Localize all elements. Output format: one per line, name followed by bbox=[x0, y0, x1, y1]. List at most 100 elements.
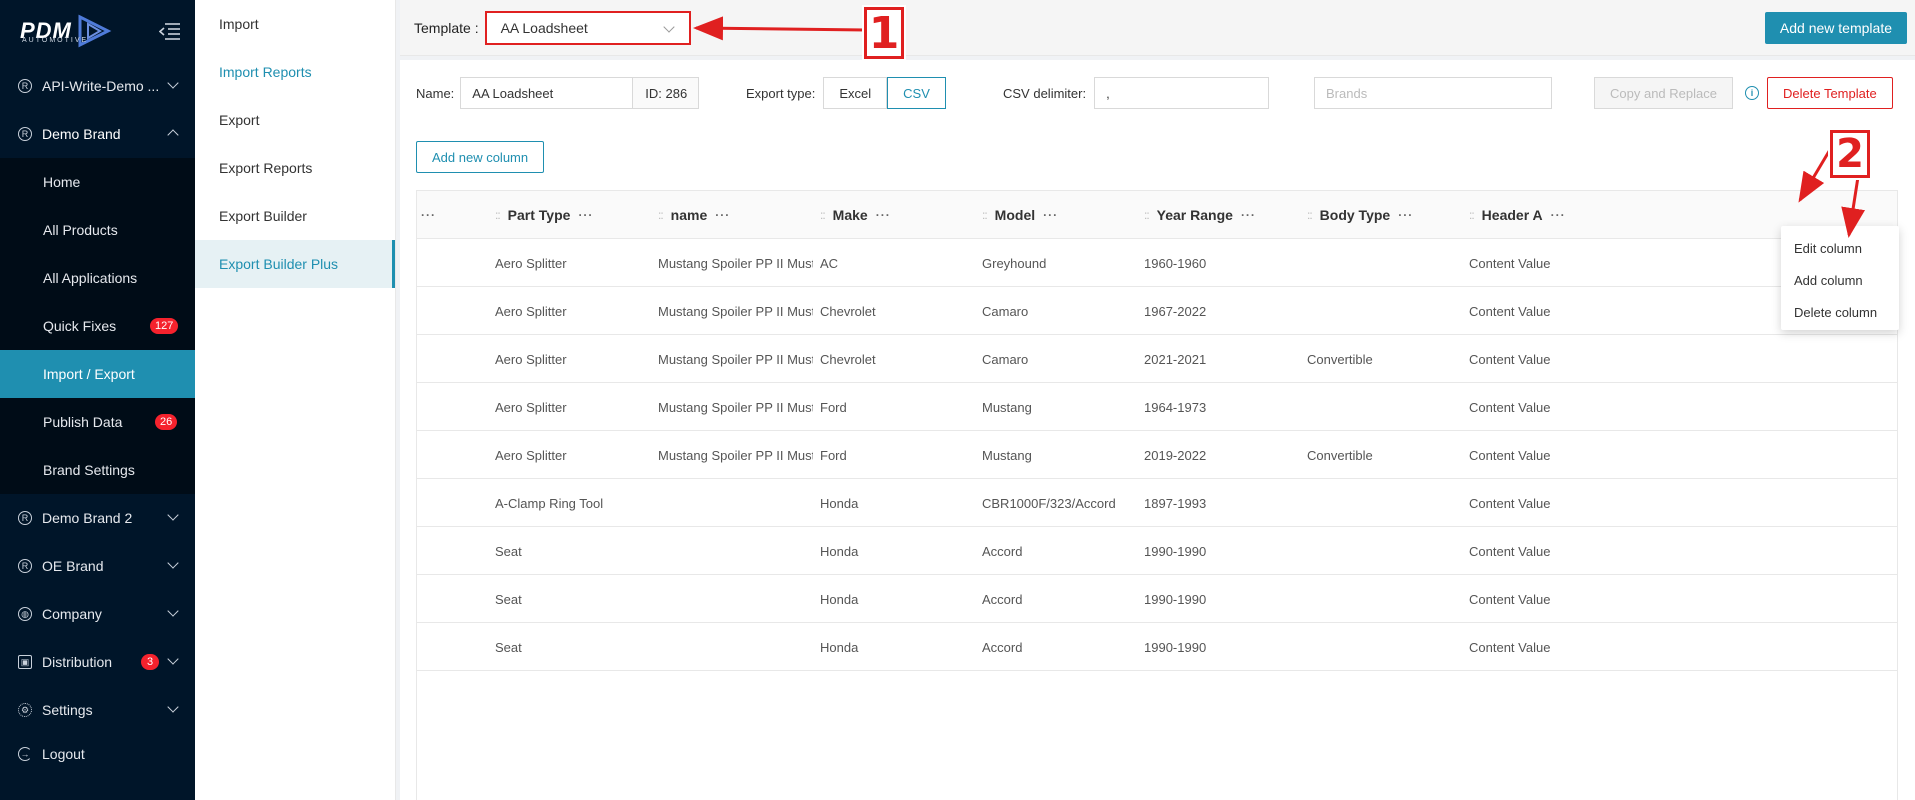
sidebar-subitem-all-products[interactable]: All Products bbox=[0, 206, 195, 254]
sidebar-subitem-all-applications[interactable]: All Applications bbox=[0, 254, 195, 302]
sidebar-subitem-publish-data[interactable]: Publish Data 26 bbox=[0, 398, 195, 446]
sidebar-item-settings[interactable]: ⚙ Settings bbox=[0, 686, 195, 734]
more-options-icon[interactable]: ··· bbox=[421, 208, 436, 222]
drag-handle-icon[interactable]: :: bbox=[658, 208, 664, 222]
chevron-down-icon bbox=[167, 557, 179, 569]
table-cell: Content Value bbox=[1469, 591, 1551, 607]
copy-and-replace-button[interactable]: Copy and Replace bbox=[1594, 77, 1733, 109]
column-header-label: Year Range bbox=[1156, 207, 1233, 223]
table-cell: Mustang Spoiler PP II Must... bbox=[658, 351, 813, 367]
table-row[interactable]: Aero Splitter Mustang Spoiler PP II Must.… bbox=[417, 383, 1897, 431]
more-options-icon[interactable]: ··· bbox=[715, 208, 730, 222]
export-type-group: Export type: Excel CSV bbox=[746, 77, 946, 109]
edit-column-menu-item[interactable]: Edit column bbox=[1781, 232, 1899, 264]
export-type-label: Export type: bbox=[746, 85, 816, 101]
column-header-body-type[interactable]: :: Body Type ··· bbox=[1307, 191, 1413, 239]
count-badge: 26 bbox=[155, 414, 178, 430]
subnav-export-reports[interactable]: Export Reports bbox=[195, 144, 395, 192]
table-row[interactable]: Seat Honda Accord 1990-1990 Content Value bbox=[417, 575, 1897, 623]
table-row[interactable]: A-Clamp Ring Tool Honda CBR1000F/323/Accor… bbox=[417, 479, 1897, 527]
registered-icon: R bbox=[18, 127, 32, 141]
column-header-label: Model bbox=[994, 207, 1036, 223]
sidebar-subitem-label: Brand Settings bbox=[43, 462, 135, 478]
template-select-value: AA Loadsheet bbox=[500, 19, 588, 36]
template-bar: Template : AA Loadsheet Add new template bbox=[400, 0, 1915, 56]
add-new-template-button[interactable]: Add new template bbox=[1764, 12, 1907, 44]
more-options-icon[interactable]: ··· bbox=[876, 208, 891, 222]
drag-handle-icon[interactable]: :: bbox=[820, 208, 826, 222]
export-type-csv[interactable]: CSV bbox=[887, 77, 946, 109]
more-options-icon[interactable]: ··· bbox=[1551, 208, 1566, 222]
table-cell: Content Value bbox=[1469, 543, 1551, 559]
menu-fold-icon[interactable] bbox=[159, 22, 181, 40]
more-options-icon[interactable]: ··· bbox=[1241, 208, 1256, 222]
export-type-excel[interactable]: Excel bbox=[823, 77, 888, 109]
sidebar-item-label: Demo Brand 2 bbox=[42, 510, 133, 526]
column-header-name[interactable]: :: name ··· bbox=[658, 191, 730, 239]
drag-handle-icon[interactable]: :: bbox=[982, 208, 988, 222]
column-header-year-range[interactable]: :: Year Range ··· bbox=[1144, 191, 1256, 239]
table-row[interactable]: Seat Honda Accord 1990-1990 Content Value bbox=[417, 623, 1897, 671]
table-cell: Seat bbox=[495, 639, 522, 655]
table-cell: Seat bbox=[495, 591, 522, 607]
sidebar-subitem-home[interactable]: Home bbox=[0, 158, 195, 206]
column-header-make[interactable]: :: Make ··· bbox=[820, 191, 891, 239]
subnav-import-reports[interactable]: Import Reports bbox=[195, 48, 395, 96]
table-row[interactable]: Aero Splitter Mustang Spoiler PP II Must.… bbox=[417, 239, 1897, 287]
name-input[interactable]: AA Loadsheet bbox=[460, 77, 634, 109]
sidebar-subitem-quick-fixes[interactable]: Quick Fixes 127 bbox=[0, 302, 195, 350]
table-cell: 1990-1990 bbox=[1144, 639, 1207, 655]
logo[interactable]: PDM AUTOMOTIVE bbox=[0, 0, 195, 62]
table-row[interactable]: Aero Splitter Mustang Spoiler PP II Must.… bbox=[417, 431, 1897, 479]
delete-column-menu-item[interactable]: Delete column bbox=[1781, 296, 1899, 328]
brands-select[interactable]: Brands bbox=[1314, 77, 1552, 109]
table-cell: Aero Splitter bbox=[495, 351, 567, 367]
logout-icon: → bbox=[18, 747, 32, 761]
table-cell: Content Value bbox=[1469, 303, 1551, 319]
sidebar-item-distribution[interactable]: ▣ Distribution 3 bbox=[0, 638, 195, 686]
table-cell: 2021-2021 bbox=[1144, 351, 1207, 367]
template-id: ID: 286 bbox=[633, 77, 700, 109]
subnav-export-builder-plus[interactable]: Export Builder Plus bbox=[195, 240, 395, 288]
sidebar-subitem-import-export[interactable]: Import / Export bbox=[0, 350, 195, 398]
drag-handle-icon[interactable]: :: bbox=[1469, 208, 1475, 222]
subnav-import[interactable]: Import bbox=[195, 0, 395, 48]
sidebar-item-label: Distribution bbox=[42, 654, 113, 670]
add-new-column-button[interactable]: Add new column bbox=[416, 141, 545, 173]
drag-handle-icon[interactable]: :: bbox=[1307, 208, 1313, 222]
more-options-icon[interactable]: ··· bbox=[1398, 208, 1413, 222]
csv-delimiter-input[interactable]: , bbox=[1094, 77, 1270, 109]
column-header-part-type[interactable]: :: Part Type ··· bbox=[495, 191, 593, 239]
sidebar: PDM AUTOMOTIVE R API-Write-Demo ... R De… bbox=[0, 0, 195, 800]
sidebar-item-oe-brand[interactable]: R OE Brand bbox=[0, 542, 195, 590]
add-column-menu-item[interactable]: Add column bbox=[1781, 264, 1899, 296]
sidebar-item-logout[interactable]: → Logout bbox=[0, 734, 195, 774]
import-export-subnav: Import Import Reports Export Export Repo… bbox=[195, 0, 396, 800]
table-cell: Seat bbox=[495, 543, 522, 559]
sidebar-item-demo-brand[interactable]: R Demo Brand bbox=[0, 110, 195, 158]
sidebar-item-demo-brand-2[interactable]: R Demo Brand 2 bbox=[0, 494, 195, 542]
drag-handle-icon[interactable]: :: bbox=[1144, 208, 1150, 222]
subnav-export[interactable]: Export bbox=[195, 96, 395, 144]
chevron-down-icon bbox=[167, 605, 179, 617]
table-row[interactable]: Aero Splitter Mustang Spoiler PP II Must.… bbox=[417, 287, 1897, 335]
template-select[interactable]: AA Loadsheet bbox=[484, 10, 691, 45]
column-header-model[interactable]: :: Model ··· bbox=[982, 191, 1058, 239]
drag-handle-icon[interactable]: :: bbox=[495, 208, 501, 222]
more-options-icon[interactable]: ··· bbox=[1043, 208, 1058, 222]
template-editor-panel: Name: AA Loadsheet ID: 286 Export type: … bbox=[400, 60, 1915, 800]
sidebar-item-company[interactable]: ◍ Company bbox=[0, 590, 195, 638]
delete-template-button[interactable]: Delete Template bbox=[1767, 77, 1893, 109]
table-cell: Content Value bbox=[1469, 639, 1551, 655]
more-options-icon[interactable]: ··· bbox=[578, 208, 593, 222]
subnav-export-builder[interactable]: Export Builder bbox=[195, 192, 395, 240]
table-row[interactable]: Aero Splitter Mustang Spoiler PP II Must.… bbox=[417, 335, 1897, 383]
count-badge: 3 bbox=[141, 654, 159, 670]
sidebar-subitem-brand-settings[interactable]: Brand Settings bbox=[0, 446, 195, 494]
chevron-down-icon bbox=[167, 77, 179, 89]
table-row[interactable]: Seat Honda Accord 1990-1990 Content Value bbox=[417, 527, 1897, 575]
column-header-header-a[interactable]: :: Header A ··· bbox=[1469, 191, 1566, 239]
info-icon[interactable]: i bbox=[1745, 86, 1759, 100]
table-cell: Aero Splitter bbox=[495, 303, 567, 319]
sidebar-item-api-write-demo[interactable]: R API-Write-Demo ... bbox=[0, 62, 195, 110]
